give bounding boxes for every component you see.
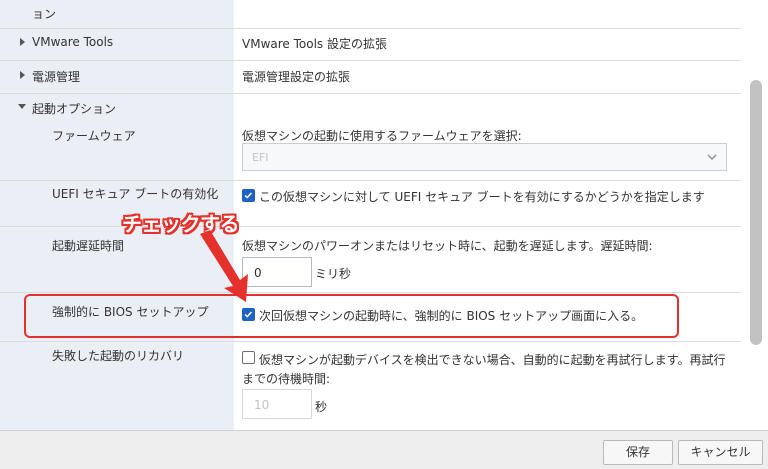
annotation-arrow-icon xyxy=(200,230,248,302)
vmware-tools-label: VMware Tools xyxy=(32,35,114,49)
check-icon xyxy=(244,192,253,199)
highlight-box xyxy=(24,294,679,338)
failed-boot-recovery-value: 10 xyxy=(254,398,270,412)
row-failed-boot-recovery: 失敗した起動のリカバリ 仮想マシンが起動デバイスを検出できない場合、自動的に起動… xyxy=(0,342,741,430)
chevron-right-icon xyxy=(20,71,25,79)
vmware-tools-toggle[interactable]: VMware Tools xyxy=(0,28,234,60)
failed-boot-recovery-label: 失敗した起動のリカバリ xyxy=(52,349,185,363)
row-vmware-tools: VMware Tools VMware Tools 設定の拡張 xyxy=(0,28,741,61)
power-management-value: 電源管理設定の拡張 xyxy=(242,70,351,84)
failed-boot-recovery-text-line1: 仮想マシンが起動デバイスを検出できない場合、自動的に起動を再試行します。再試行 xyxy=(259,353,726,367)
cancel-button[interactable]: キャンセル xyxy=(678,440,763,465)
uefi-secure-boot-label: UEFI セキュア ブートの有効化 xyxy=(52,187,219,201)
failed-boot-recovery-unit: 秒 xyxy=(315,400,328,414)
boot-delay-unit: ミリ秒 xyxy=(315,267,352,281)
chevron-down-icon xyxy=(707,154,717,160)
boot-delay-description: 仮想マシンのパワーオンまたはリセット時に、起動を遅延します。遅延時間: xyxy=(242,239,653,253)
row-power-management: 電源管理 電源管理設定の拡張 xyxy=(0,61,741,94)
firmware-select-value: EFI xyxy=(252,151,269,164)
partial-row: ョン xyxy=(0,0,741,29)
firmware-select[interactable]: EFI xyxy=(242,143,727,171)
failed-boot-recovery-checkbox[interactable] xyxy=(242,351,255,364)
power-management-label: 電源管理 xyxy=(32,70,81,84)
dialog-footer: 保存 キャンセル xyxy=(0,430,768,469)
partial-row-label: ョン xyxy=(32,7,57,21)
failed-boot-recovery-input[interactable]: 10 xyxy=(242,389,312,419)
boot-delay-label: 起動遅延時間 xyxy=(52,239,125,253)
vertical-scrollbar[interactable] xyxy=(744,0,768,430)
chevron-down-icon xyxy=(18,104,26,109)
vmware-tools-value: VMware Tools 設定の拡張 xyxy=(242,37,387,51)
firmware-description: 仮想マシンの起動に使用するファームウェアを選択: xyxy=(242,129,522,143)
failed-boot-recovery-text-line2: までの待機時間: xyxy=(242,372,331,386)
boot-options-label: 起動オプション xyxy=(32,102,117,116)
row-boot-options: 起動オプション xyxy=(0,94,741,120)
row-boot-delay: 起動遅延時間 仮想マシンのパワーオンまたはリセット時に、起動を遅延します。遅延時… xyxy=(0,227,741,293)
power-management-toggle[interactable]: 電源管理 xyxy=(0,61,234,93)
firmware-label: ファームウェア xyxy=(52,129,136,143)
scrollbar-thumb[interactable] xyxy=(750,80,762,345)
boot-options-toggle[interactable]: 起動オプション xyxy=(0,94,234,120)
row-uefi-secure-boot: UEFI セキュア ブートの有効化 この仮想マシンに対して UEFI セキュア … xyxy=(0,181,741,227)
chevron-right-icon xyxy=(20,38,25,46)
uefi-secure-boot-checkbox[interactable] xyxy=(242,189,255,202)
uefi-secure-boot-text: この仮想マシンに対して UEFI セキュア ブートを有効にするかどうかを指定しま… xyxy=(259,190,705,204)
save-button[interactable]: 保存 xyxy=(603,440,673,465)
vm-settings-panel: ョン VMware Tools VMware Tools 設定の拡張 電源管理 … xyxy=(0,0,768,469)
